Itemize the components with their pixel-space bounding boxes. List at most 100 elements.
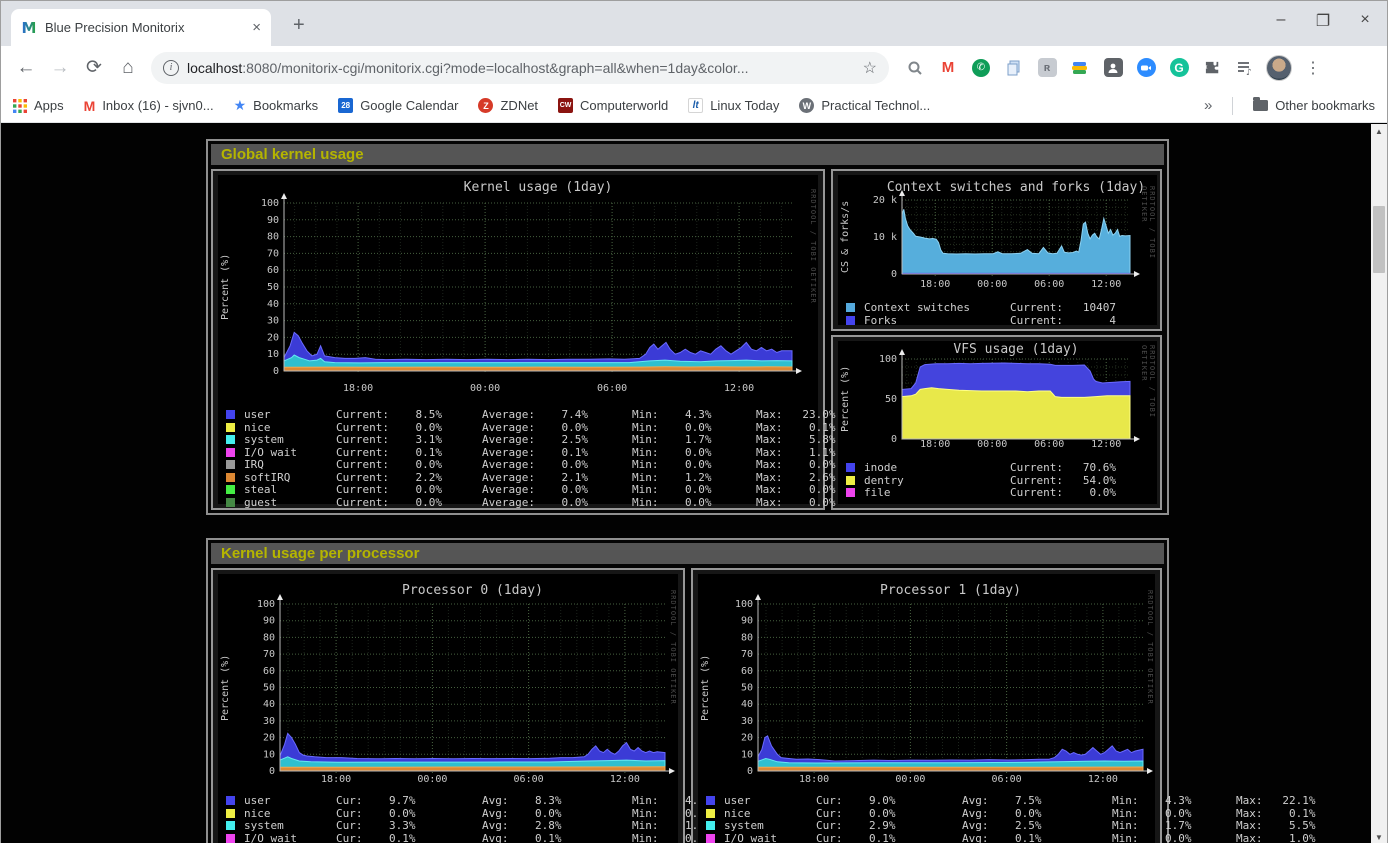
extensions-puzzle-icon[interactable]: [1200, 56, 1224, 80]
processor-0-graph[interactable]: 010203040506070809010018:0000:0006:0012:…: [218, 574, 678, 843]
svg-text:12:00: 12:00: [1088, 774, 1118, 785]
bookmark-linux-today[interactable]: lt Linux Today: [688, 98, 779, 113]
playlist-extension-icon[interactable]: ♪: [1233, 56, 1257, 80]
svg-text:100: 100: [257, 599, 275, 610]
bookmark-bookmarks[interactable]: ★ Bookmarks: [234, 97, 319, 114]
home-icon[interactable]: ⌂: [113, 53, 143, 83]
kernel-usage-graph[interactable]: 010203040506070809010018:0000:0006:0012:…: [218, 175, 818, 504]
svg-text:50: 50: [267, 282, 279, 293]
legend-swatch: [706, 809, 715, 818]
legend-swatch: [226, 435, 235, 444]
context-switches-graph[interactable]: 010 k20 k18:0000:0006:0012:00Context swi…: [838, 175, 1157, 325]
legend-row: fileCurrent: 0.0%: [846, 486, 1157, 499]
scrollbar-up-arrow[interactable]: ▲: [1371, 124, 1387, 138]
svg-text:30: 30: [741, 716, 753, 727]
bookmark-star-icon[interactable]: ☆: [863, 58, 877, 78]
context-switches-panel: 010 k20 k18:0000:0006:0012:00Context swi…: [831, 169, 1162, 331]
new-tab-button[interactable]: +: [293, 15, 305, 35]
bookmark-google-calendar[interactable]: 28 Google Calendar: [338, 98, 458, 113]
vfs-usage-graph[interactable]: 05010018:0000:0006:0012:00VFS usage (1da…: [838, 341, 1157, 504]
browser-tab[interactable]: M Blue Precision Monitorix ×: [11, 9, 271, 46]
svg-text:12:00: 12:00: [724, 383, 754, 394]
svg-text:10: 10: [741, 749, 753, 760]
gray-r-extension-icon[interactable]: ʀ: [1035, 56, 1059, 80]
window-minimize-button[interactable]: –: [1273, 11, 1289, 31]
forward-icon[interactable]: →: [45, 53, 75, 83]
gmail-extension-icon[interactable]: M: [936, 56, 960, 80]
page-info-icon[interactable]: i: [163, 60, 179, 76]
bookmark-practical-technology[interactable]: W Practical Technol...: [799, 98, 930, 113]
linuxtoday-icon: lt: [688, 98, 703, 113]
bookmark-inbox[interactable]: M Inbox (16) - sjvn0...: [84, 98, 214, 114]
svg-text:06:00: 06:00: [1034, 439, 1064, 450]
legend-row: systemCur: 2.9%Avg: 2.5%Min: 1.7%Max: 5.…: [706, 819, 1155, 832]
svg-text:70: 70: [263, 649, 275, 660]
y-axis-label: Percent (%): [219, 604, 232, 771]
svg-text:18:00: 18:00: [799, 774, 829, 785]
books-extension-icon[interactable]: [1068, 56, 1092, 80]
zoom-extension-icon[interactable]: [1134, 56, 1158, 80]
svg-text:0: 0: [747, 766, 753, 777]
svg-text:12:00: 12:00: [1091, 439, 1121, 450]
vfs-usage-panel: 05010018:0000:0006:0012:00VFS usage (1da…: [831, 335, 1162, 510]
svg-text:♪: ♪: [1246, 68, 1252, 76]
svg-text:00:00: 00:00: [977, 439, 1007, 450]
reload-icon[interactable]: ⟳: [79, 53, 109, 83]
svg-text:10 k: 10 k: [873, 232, 897, 243]
svg-text:50: 50: [263, 683, 275, 694]
rrdtool-watermark: RRDTOOL / TOBI OETIKER: [1146, 186, 1156, 290]
svg-text:18:00: 18:00: [343, 383, 373, 394]
vertical-scrollbar[interactable]: ▲ ▼: [1371, 124, 1387, 843]
account-extension-icon[interactable]: [1101, 56, 1125, 80]
voice-extension-icon[interactable]: ✆: [969, 56, 993, 80]
svg-text:Processor 1 (1day): Processor 1 (1day): [880, 583, 1021, 598]
window-titlebar: M Blue Precision Monitorix × + – ❐ ×: [1, 1, 1387, 46]
y-axis-label: Percent (%): [839, 359, 852, 439]
chart-legend: userCur: 9.0%Avg: 7.5%Min: 4.3%Max: 22.1…: [706, 794, 1155, 843]
wordpress-icon: W: [799, 98, 814, 113]
chart-legend: userCur: 9.7%Avg: 8.3%Min: 4.9%Max: 22.5…: [226, 794, 678, 843]
apps-shortcut[interactable]: Apps: [13, 98, 64, 113]
svg-text:M: M: [22, 20, 37, 36]
tab-close-icon[interactable]: ×: [252, 19, 261, 36]
search-extension-icon[interactable]: [903, 56, 927, 80]
bookmark-computerworld[interactable]: CW Computerworld: [558, 98, 668, 113]
svg-text:30: 30: [267, 316, 279, 327]
svg-text:40: 40: [741, 699, 753, 710]
legend-row: I/O waitCurrent: 0.1%Average: 0.1%Min: 0…: [226, 446, 818, 459]
copy-pages-extension-icon[interactable]: [1002, 56, 1026, 80]
svg-text:0: 0: [891, 434, 897, 445]
svg-text:10: 10: [263, 749, 275, 760]
processor-1-graph[interactable]: 010203040506070809010018:0000:0006:0012:…: [698, 574, 1155, 843]
svg-text:0: 0: [273, 366, 279, 377]
calendar-icon: 28: [338, 98, 353, 113]
browser-menu-icon[interactable]: ⋮: [1301, 58, 1325, 78]
bookmark-zdnet[interactable]: Z ZDNet: [478, 98, 538, 113]
svg-text:20: 20: [267, 332, 279, 343]
svg-text:VFS usage (1day): VFS usage (1day): [953, 342, 1078, 357]
legend-swatch: [226, 460, 235, 469]
legend-swatch: [846, 316, 855, 325]
window-close-button[interactable]: ×: [1357, 11, 1373, 31]
chart-plot: 05010018:0000:0006:0012:00VFS usage (1da…: [838, 341, 1157, 453]
back-icon[interactable]: ←: [11, 53, 41, 83]
y-axis-label: Percent (%): [699, 604, 712, 771]
other-bookmarks-button[interactable]: Other bookmarks: [1253, 98, 1375, 113]
url-text[interactable]: localhost:8080/monitorix-cgi/monitorix.c…: [187, 60, 855, 76]
legend-swatch: [846, 463, 855, 472]
scrollbar-down-arrow[interactable]: ▼: [1371, 830, 1387, 843]
grammarly-extension-icon[interactable]: G: [1167, 56, 1191, 80]
legend-row: I/O waitCur: 0.1%Avg: 0.1%Min: 0.0%Max: …: [706, 832, 1155, 843]
svg-text:18:00: 18:00: [920, 279, 950, 290]
kernel-usage-per-processor-section: Kernel usage per processor 0102030405060…: [206, 538, 1169, 843]
rrdtool-watermark: RRDTOOL / TOBI OETIKER: [1144, 590, 1154, 787]
window-maximize-button[interactable]: ❐: [1315, 11, 1331, 31]
legend-swatch: [226, 821, 235, 830]
svg-text:06:00: 06:00: [1034, 279, 1064, 290]
url-bar[interactable]: i localhost:8080/monitorix-cgi/monitorix…: [151, 52, 889, 84]
scrollbar-thumb[interactable]: [1373, 206, 1385, 273]
profile-avatar[interactable]: [1266, 55, 1292, 81]
browser-toolbar: ← → ⟳ ⌂ i localhost:8080/monitorix-cgi/m…: [1, 46, 1387, 89]
bookmarks-overflow-chevron[interactable]: »: [1204, 97, 1212, 114]
svg-text:06:00: 06:00: [992, 774, 1022, 785]
